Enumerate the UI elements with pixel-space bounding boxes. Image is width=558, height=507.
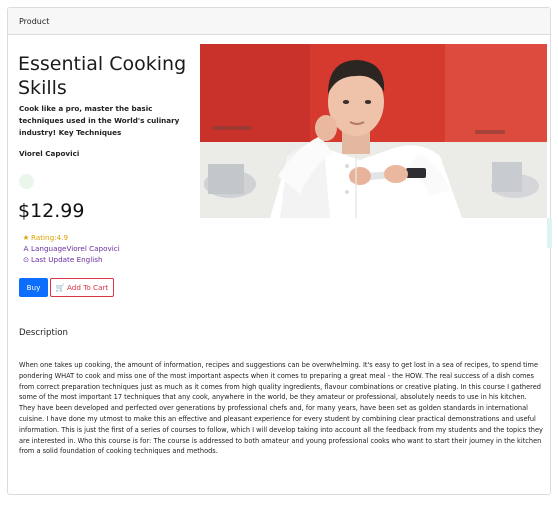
card-header: Product	[8, 8, 550, 35]
update-row: ⊙ Last Update English	[22, 255, 103, 265]
update-text: Last Update English	[31, 255, 103, 264]
language-row: A LanguageViorel Capovici	[22, 244, 120, 254]
cart-icon: 🛒	[55, 283, 65, 292]
language-text: LanguageViorel Capovici	[31, 244, 120, 253]
description-heading: Description	[19, 328, 68, 338]
add-to-cart-label: Add To Cart	[67, 283, 109, 292]
add-to-cart-button[interactable]: 🛒 Add To Cart	[50, 278, 114, 297]
product-card: Product Essential Cooking Skills Cook li…	[7, 7, 552, 495]
course-author: Viorel Capovici	[19, 149, 80, 158]
star-icon: ★	[22, 233, 30, 242]
scroll-tab	[547, 218, 552, 248]
info-circle-icon: ⊙	[22, 255, 30, 264]
course-hero-image	[200, 44, 547, 218]
course-price: $12.99	[18, 200, 85, 222]
course-subtitle: Cook like a pro, master the basic techni…	[19, 104, 180, 137]
course-title: Essential Cooking Skills	[18, 53, 187, 99]
language-icon: A	[23, 244, 29, 253]
rating-row: ★ Rating:4.9	[22, 233, 68, 243]
buy-button[interactable]: Buy	[19, 278, 48, 297]
rating-text: Rating:4.9	[31, 233, 69, 242]
decorative-dot	[19, 174, 34, 189]
description-body: When one takes up cooking, the amount of…	[19, 361, 543, 456]
